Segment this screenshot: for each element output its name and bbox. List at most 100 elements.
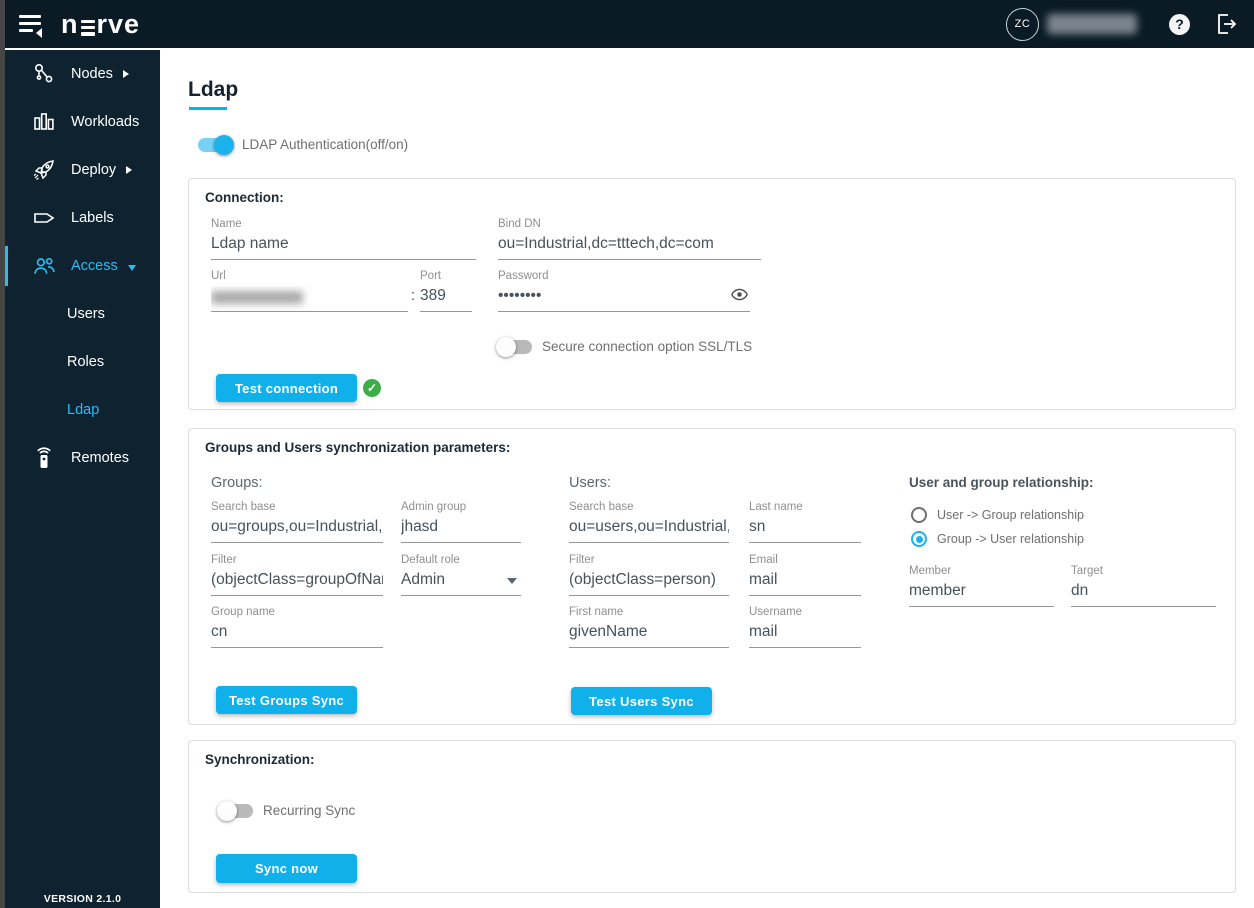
sidebar-item-nodes[interactable]: Nodes	[5, 50, 160, 98]
admin-group-field: Admin group jhasd	[401, 501, 521, 543]
help-icon[interactable]: ?	[1169, 13, 1190, 35]
secure-connection-toggle[interactable]	[496, 336, 532, 357]
dropdown-caret-icon[interactable]	[507, 578, 517, 584]
sidebar-item-label: Labels	[71, 210, 114, 226]
connection-panel: Connection: Name Ldap name Bind DN ou=In…	[188, 178, 1236, 410]
username-field: Username mail	[749, 606, 861, 648]
sidebar-subitem-users[interactable]: Users	[5, 290, 160, 338]
access-users-icon	[31, 253, 57, 279]
member-input[interactable]: member	[909, 581, 1054, 607]
groups-filter-input[interactable]: (objectClass=groupOfNar	[211, 570, 383, 596]
sidebar-subitem-label: Roles	[67, 354, 105, 370]
groups-search-base-field: Search base ou=groups,ou=Industrial,	[211, 501, 383, 543]
field-label: Group name	[211, 606, 275, 618]
password-field-input[interactable]: ••••••••	[498, 286, 750, 312]
avatar[interactable]: ZC	[1006, 7, 1039, 41]
test-users-sync-button[interactable]: Test Users Sync	[571, 687, 712, 715]
sidebar: Nodes Workloads Deploy Labels Access Use…	[5, 50, 160, 908]
name-field-input[interactable]: Ldap name	[211, 234, 476, 260]
sidebar-item-remotes[interactable]: Remotes	[5, 434, 160, 482]
deploy-rocket-icon	[31, 157, 57, 183]
relationship-section-title: User and group relationship:	[909, 475, 1094, 490]
bind-dn-field: Bind DN ou=Industrial,dc=tttech,dc=com	[498, 218, 761, 260]
ldap-auth-toggle[interactable]	[198, 134, 234, 155]
name-field-label: Name	[211, 218, 242, 230]
field-label: Search base	[569, 501, 634, 513]
field-label: First name	[569, 606, 624, 618]
sidebar-subitem-roles[interactable]: Roles	[5, 338, 160, 386]
name-field: Name Ldap name	[211, 218, 476, 260]
username-redacted	[1047, 14, 1137, 34]
recurring-sync-toggle-row: Recurring Sync	[217, 800, 356, 821]
field-label: Email	[749, 554, 778, 566]
recurring-sync-toggle[interactable]	[217, 800, 253, 821]
email-input[interactable]: mail	[749, 570, 861, 596]
sidebar-item-label: Remotes	[71, 450, 130, 466]
sidebar-item-label: Nodes	[71, 66, 113, 82]
username-input[interactable]: mail	[749, 622, 861, 648]
groups-search-base-input[interactable]: ou=groups,ou=Industrial,	[211, 517, 383, 543]
screen-edge-strip	[0, 0, 5, 908]
radio-label: User -> Group relationship	[937, 508, 1084, 522]
test-connection-button[interactable]: Test connection	[216, 374, 357, 402]
remote-control-icon	[31, 445, 57, 471]
port-separator: :	[411, 287, 416, 304]
active-indicator	[5, 246, 8, 286]
group-name-input[interactable]: cn	[211, 622, 383, 648]
field-label: Last name	[749, 501, 803, 513]
recurring-sync-toggle-label: Recurring Sync	[263, 803, 356, 818]
sidebar-item-workloads[interactable]: Workloads	[5, 98, 160, 146]
synchronization-panel-title: Synchronization:	[205, 752, 315, 767]
member-field: Member member	[909, 565, 1054, 607]
default-role-select: Default role Admin	[401, 554, 521, 596]
bind-dn-field-input[interactable]: ou=Industrial,dc=tttech,dc=com	[498, 234, 761, 260]
sync-now-button[interactable]: Sync now	[216, 854, 357, 883]
password-field: Password ••••••••	[498, 270, 750, 312]
port-field-label: Port	[420, 270, 442, 282]
menu-toggle-icon[interactable]	[19, 13, 45, 38]
users-section-title: Users:	[569, 475, 611, 491]
version-label: VERSION 2.1.0	[43, 893, 122, 905]
target-input[interactable]: dn	[1071, 581, 1216, 607]
field-label: Filter	[211, 554, 237, 566]
connection-panel-title: Connection:	[205, 190, 284, 205]
test-groups-sync-button[interactable]: Test Groups Sync	[216, 686, 357, 714]
nodes-icon	[31, 61, 57, 87]
radio-selected-icon[interactable]	[911, 531, 927, 547]
field-label: Filter	[569, 554, 595, 566]
show-password-eye-icon[interactable]	[731, 288, 748, 306]
sidebar-item-label: Deploy	[71, 162, 117, 178]
bind-dn-field-label: Bind DN	[498, 218, 541, 230]
sidebar-item-label: Access	[71, 258, 118, 274]
sidebar-item-deploy[interactable]: Deploy	[5, 146, 160, 194]
email-field: Email mail	[749, 554, 861, 596]
default-role-value[interactable]: Admin	[401, 570, 521, 596]
sidebar-subitem-label: Ldap	[67, 402, 100, 418]
users-search-base-field: Search base ou=users,ou=Industrial,	[569, 501, 729, 543]
sidebar-subitem-ldap[interactable]: Ldap	[5, 386, 160, 434]
radio-unselected-icon[interactable]	[911, 507, 927, 523]
topbar: n rve ZC ?	[5, 0, 1254, 48]
logo-text-n: n	[61, 8, 79, 39]
url-field-input[interactable]	[211, 286, 408, 312]
group-user-relationship-radio[interactable]: Group -> User relationship	[911, 531, 1084, 547]
admin-group-input[interactable]: jhasd	[401, 517, 521, 543]
ldap-auth-toggle-row: LDAP Authentication(off/on)	[198, 134, 408, 155]
connection-success-icon: ✓	[363, 379, 381, 397]
sidebar-item-labels[interactable]: Labels	[5, 194, 160, 242]
field-label: Search base	[211, 501, 276, 513]
last-name-input[interactable]: sn	[749, 517, 861, 543]
users-search-base-input[interactable]: ou=users,ou=Industrial,	[569, 517, 729, 543]
groups-filter-field: Filter (objectClass=groupOfNar	[211, 554, 383, 596]
secure-connection-toggle-row: Secure connection option SSL/TLS	[496, 336, 752, 357]
sidebar-item-access[interactable]: Access	[5, 242, 160, 290]
first-name-input[interactable]: givenName	[569, 622, 729, 648]
logout-icon[interactable]	[1214, 12, 1238, 36]
user-group-relationship-radio[interactable]: User -> Group relationship	[911, 507, 1084, 523]
url-field: Url	[211, 270, 408, 312]
users-filter-input[interactable]: (objectClass=person)	[569, 570, 729, 596]
port-field-input[interactable]: 389	[420, 286, 472, 312]
nerve-logo: n rve	[61, 8, 140, 39]
chevron-right-icon	[126, 166, 133, 174]
field-label: Default role	[401, 554, 460, 566]
